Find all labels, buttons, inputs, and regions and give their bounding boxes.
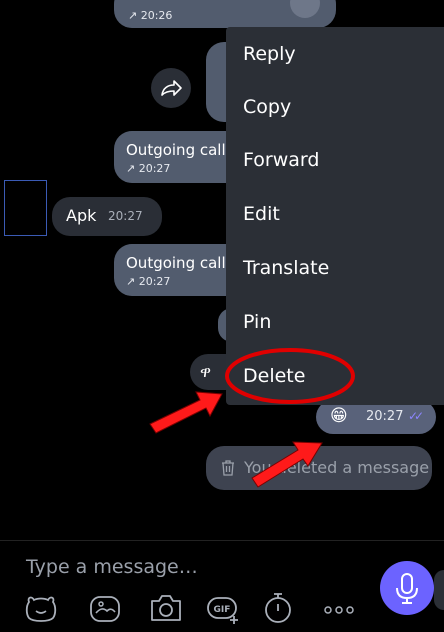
- menu-item-pin[interactable]: Pin: [226, 295, 444, 349]
- camera-icon[interactable]: [148, 592, 184, 624]
- read-status-icon: ✓✓: [408, 409, 424, 423]
- call-time: ↗ 20:27: [126, 162, 171, 175]
- emoji: 😁: [330, 406, 348, 426]
- share-button[interactable]: [151, 68, 191, 108]
- gallery-icon[interactable]: [88, 594, 122, 624]
- deleted-text: You deleted a message: [244, 458, 430, 477]
- call-time: ↗ 20:26: [128, 9, 173, 22]
- message-time: 20:27: [366, 409, 404, 424]
- menu-item-delete[interactable]: Delete: [226, 349, 444, 403]
- menu-item-forward[interactable]: Forward: [226, 133, 444, 187]
- message-time: 20:27: [108, 209, 143, 223]
- svg-text:GIF: GIF: [214, 605, 231, 615]
- call-title: Outgoing call: [126, 141, 226, 159]
- timer-icon[interactable]: [262, 590, 294, 626]
- call-title: Outgoing call: [126, 254, 226, 272]
- call-time: ↗ 20:27: [126, 275, 171, 288]
- avatar[interactable]: [4, 180, 47, 236]
- message-text: Apk: [66, 206, 97, 225]
- message-bubble-apk[interactable]: Apk 20:27: [52, 197, 162, 236]
- deleted-message-bubble[interactable]: You deleted a message: [206, 446, 432, 490]
- share-icon: [161, 80, 182, 96]
- menu-item-edit[interactable]: Edit: [226, 187, 444, 241]
- menu-item-copy[interactable]: Copy: [226, 80, 444, 134]
- gif-icon[interactable]: GIF: [206, 594, 242, 626]
- reaction-icon: ዋ: [200, 362, 212, 381]
- phone-icon: [290, 0, 320, 18]
- menu-item-translate[interactable]: Translate: [226, 241, 444, 295]
- trash-icon: [222, 460, 234, 476]
- context-menu: Reply Copy Forward Edit Translate Pin De…: [226, 27, 444, 405]
- message-bubble-call-top[interactable]: ↗ 20:26: [114, 0, 336, 28]
- edge-button[interactable]: [434, 570, 444, 610]
- message-input[interactable]: Type a message…: [26, 556, 198, 578]
- more-icon[interactable]: [324, 604, 354, 616]
- composer-divider: [0, 540, 444, 541]
- sticker-icon[interactable]: [24, 594, 58, 624]
- menu-item-reply[interactable]: Reply: [226, 27, 444, 81]
- microphone-icon: [396, 573, 418, 604]
- message-bubble-emoji[interactable]: 😁 20:27 ✓✓: [316, 400, 436, 434]
- microphone-button[interactable]: [380, 561, 434, 615]
